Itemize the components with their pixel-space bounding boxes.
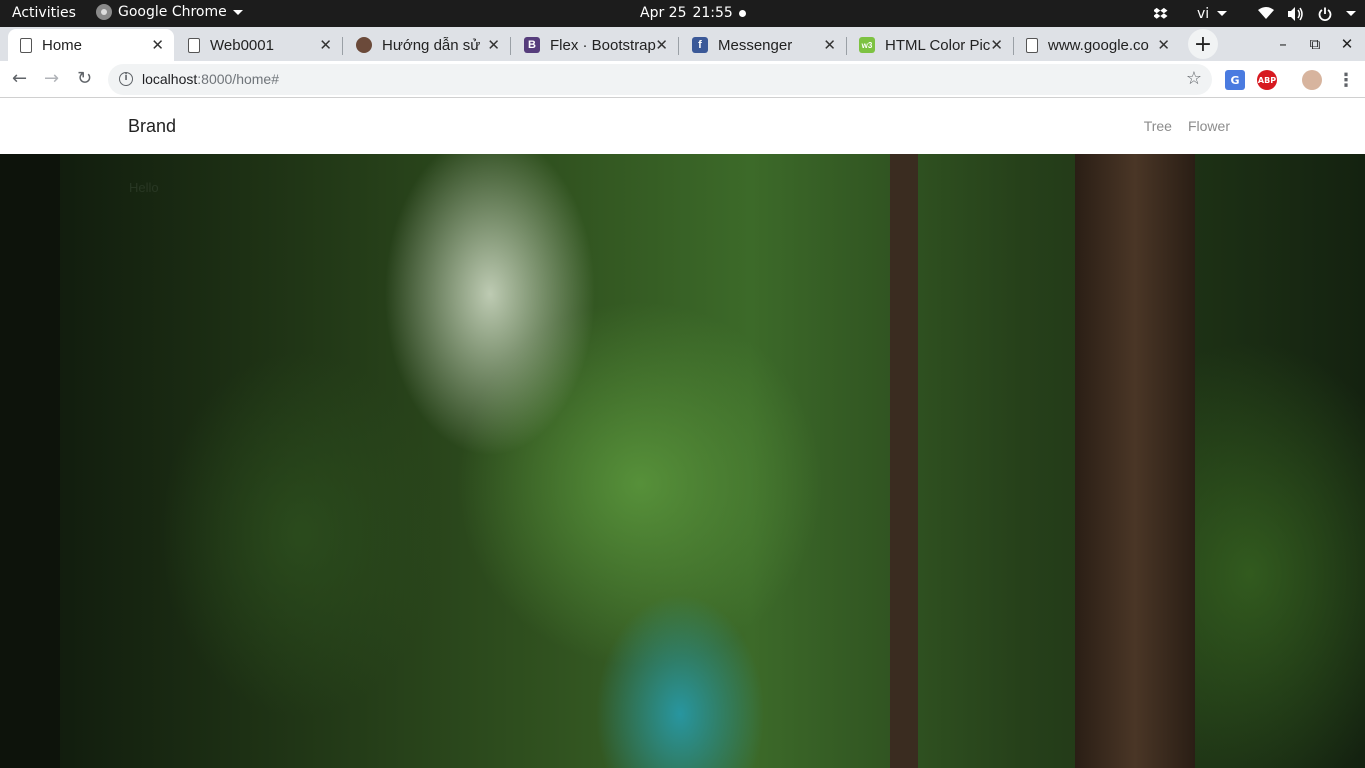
facebook-icon: f — [692, 37, 708, 53]
tab-title: Home — [42, 36, 83, 54]
tab-strip: Home ✕ Web0001 ✕ Hướng dẫn sử ✕ B Flex ·… — [0, 27, 1365, 61]
info-icon[interactable]: i — [119, 72, 133, 86]
tab-title: Hướng dẫn sử — [382, 36, 481, 54]
hero-text: Hello — [129, 180, 159, 195]
close-icon[interactable]: ✕ — [655, 36, 668, 54]
back-arrow-icon[interactable]: ← — [12, 68, 27, 89]
tab-web0001[interactable]: Web0001 ✕ — [176, 29, 343, 61]
chevron-down-icon — [232, 9, 243, 15]
tab-messenger[interactable]: f Messenger ✕ — [680, 29, 847, 61]
dropbox-tray[interactable] — [1154, 0, 1168, 27]
close-icon[interactable]: ✕ — [823, 36, 836, 54]
image-icon — [356, 37, 372, 53]
url-text[interactable]: localhost:8000/home# — [142, 71, 279, 87]
notification-dot-icon — [738, 9, 746, 17]
tab-divider — [678, 37, 679, 55]
chrome-icon — [96, 4, 112, 20]
minimize-icon[interactable]: – — [1267, 35, 1299, 53]
close-icon[interactable]: ✕ — [487, 36, 500, 54]
reload-icon[interactable]: ↻ — [77, 68, 92, 89]
forward-arrow-icon[interactable]: → — [44, 68, 59, 89]
profile-avatar[interactable] — [1302, 70, 1322, 90]
tab-bootstrap[interactable]: B Flex · Bootstrap ✕ — [512, 29, 679, 61]
document-icon — [20, 37, 32, 53]
tab-color-picker[interactable]: w3 HTML Color Pic ✕ — [847, 29, 1014, 61]
url-path: :8000/home# — [197, 71, 279, 87]
address-bar[interactable]: i localhost:8000/home# ☆ — [108, 64, 1212, 95]
tab-home[interactable]: Home ✕ — [8, 29, 174, 61]
tree-trunk — [1075, 154, 1195, 768]
window-controls: – ⧉ ✕ — [1267, 27, 1363, 61]
tab-title: www.google.co — [1048, 36, 1149, 54]
bookmark-star-icon[interactable]: ☆ — [1186, 68, 1202, 89]
adblock-plus-icon[interactable]: ABP — [1257, 70, 1277, 90]
chevron-down-icon — [1346, 11, 1356, 16]
input-language-menu[interactable]: vi — [1197, 0, 1228, 27]
date-label: Apr 25 — [640, 5, 687, 21]
close-icon[interactable]: ✕ — [1157, 36, 1170, 54]
tree-trunk — [0, 154, 60, 768]
app-menu[interactable]: Google Chrome — [96, 4, 243, 20]
site-navbar: Brand Tree Flower — [0, 98, 1365, 154]
close-icon[interactable]: ✕ — [319, 36, 332, 54]
nav-link-flower[interactable]: Flower — [1188, 118, 1230, 134]
document-icon — [188, 37, 200, 53]
tab-divider — [510, 37, 511, 55]
hero-forest-image: Hello — [0, 154, 1365, 768]
brand-link[interactable]: Brand — [128, 116, 176, 137]
tab-title: Web0001 — [210, 36, 274, 54]
power-icon — [1318, 7, 1332, 21]
tab-google[interactable]: www.google.co ✕ — [1014, 29, 1180, 61]
url-host: localhost — [142, 71, 198, 87]
bootstrap-icon: B — [524, 37, 540, 53]
document-icon — [1026, 37, 1038, 53]
system-menu[interactable] — [1258, 0, 1356, 27]
close-icon[interactable]: ✕ — [990, 36, 1003, 54]
tab-title: Messenger — [718, 36, 793, 54]
time-label: 21:55 — [692, 5, 733, 21]
translate-extension-icon[interactable]: G — [1225, 70, 1245, 90]
tab-divider — [342, 37, 343, 55]
tab-title: HTML Color Pic — [885, 36, 991, 54]
chevron-down-icon — [1217, 11, 1228, 16]
activities-button[interactable]: Activities — [12, 5, 76, 21]
color-picker-icon: w3 — [859, 37, 875, 53]
close-window-icon[interactable]: ✕ — [1331, 35, 1363, 53]
close-icon[interactable]: ✕ — [151, 36, 164, 54]
more-menu-icon[interactable]: ⋮ — [1336, 70, 1356, 91]
app-name: Google Chrome — [118, 4, 227, 20]
tab-huong-dan[interactable]: Hướng dẫn sử ✕ — [344, 29, 511, 61]
tree-trunk — [890, 154, 918, 768]
volume-icon — [1288, 6, 1303, 21]
dropbox-icon — [1154, 7, 1168, 19]
nav-links: Tree Flower — [1144, 118, 1230, 134]
tab-title: Flex · Bootstrap — [550, 36, 656, 54]
restore-icon[interactable]: ⧉ — [1299, 35, 1331, 53]
browser-toolbar: ← → ↻ i localhost:8000/home# ☆ G ABP ⋮ — [0, 61, 1365, 98]
nav-link-tree[interactable]: Tree — [1144, 118, 1172, 134]
system-top-bar: Activities Google Chrome Apr 25 21:55 vi — [0, 0, 1365, 27]
wifi-icon — [1258, 7, 1274, 19]
clock[interactable]: Apr 25 21:55 — [640, 5, 746, 21]
new-tab-button[interactable]: + — [1188, 29, 1218, 59]
language-label: vi — [1197, 5, 1210, 22]
web-page: Brand Tree Flower Hello — [0, 98, 1365, 768]
